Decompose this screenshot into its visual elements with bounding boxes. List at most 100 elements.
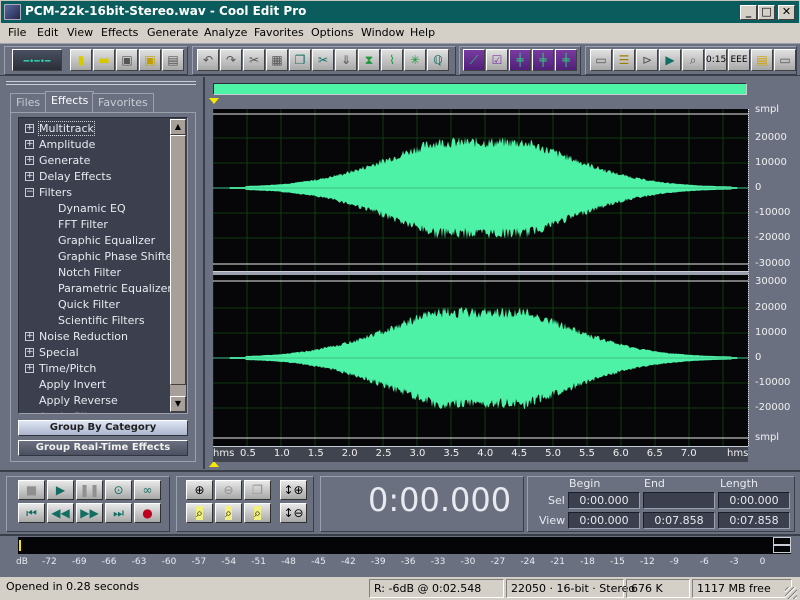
tree-item[interactable]: + Multitrack bbox=[19, 121, 179, 137]
sel-length-field[interactable]: 0:00.000 bbox=[718, 492, 790, 509]
panel-grip[interactable] bbox=[6, 81, 196, 85]
fast-forward-button[interactable]: ▶▶ bbox=[76, 503, 103, 523]
zoom-in-vertical-button[interactable]: ↕⊕ bbox=[280, 480, 307, 500]
view-begin-field[interactable]: 0:00.000 bbox=[568, 512, 640, 529]
fade-button[interactable]: ✳ bbox=[404, 49, 426, 71]
view-end-field[interactable]: 0:07.858 bbox=[643, 512, 715, 529]
cut-button[interactable]: ✂ bbox=[312, 49, 334, 71]
scroll-down-arrow[interactable]: ▼ bbox=[170, 396, 186, 412]
menu-window[interactable]: Window bbox=[361, 26, 404, 39]
menu-generate[interactable]: Generate bbox=[147, 26, 198, 39]
tree-item[interactable]: + Amplitude bbox=[19, 137, 179, 153]
collapse-icon[interactable]: − bbox=[25, 188, 34, 197]
paste-button[interactable]: ⇓ bbox=[335, 49, 357, 71]
zoom-out-vertical-button[interactable]: ↕⊖ bbox=[280, 503, 307, 523]
view-c-button[interactable]: ⊳ bbox=[636, 49, 658, 71]
copy-button[interactable]: ❐ bbox=[289, 49, 311, 71]
tree-item[interactable]: + Time/Pitch bbox=[19, 361, 179, 377]
start-marker-icon[interactable] bbox=[209, 98, 219, 104]
clip-indicator-right[interactable] bbox=[773, 545, 791, 553]
noise-reduction-button[interactable]: ℚ bbox=[427, 49, 449, 71]
tree-item[interactable]: Graphic Equalizer bbox=[19, 233, 179, 249]
check-button[interactable]: ☑ bbox=[486, 49, 508, 71]
play-button[interactable]: ▶ bbox=[47, 480, 74, 500]
zoom-right-button[interactable]: ⌕ bbox=[215, 503, 242, 523]
multichannel-c-button[interactable]: ╪ bbox=[555, 49, 577, 71]
save-button[interactable]: ▣ bbox=[116, 49, 138, 71]
trim-button[interactable]: ⧗ bbox=[358, 49, 380, 71]
tree-item[interactable]: Graphic Phase Shifter bbox=[19, 249, 179, 265]
waveform-right-channel[interactable] bbox=[213, 275, 748, 446]
tree-item[interactable]: + Delay Effects bbox=[19, 169, 179, 185]
zoom-left-button[interactable]: ⌕ bbox=[186, 503, 213, 523]
maximize-button[interactable]: □ bbox=[758, 5, 775, 20]
menu-analyze[interactable]: Analyze bbox=[204, 26, 247, 39]
minimize-button[interactable]: _ bbox=[740, 5, 757, 20]
stop-button[interactable]: ■ bbox=[18, 480, 45, 500]
delete-silence-button[interactable]: ⌇ bbox=[381, 49, 403, 71]
tree-scrollbar[interactable]: ▲ ▼ bbox=[170, 119, 186, 412]
view-length-field[interactable]: 0:07.858 bbox=[718, 512, 790, 529]
loop-button[interactable]: ∞ bbox=[134, 480, 161, 500]
tab-files[interactable]: Files bbox=[10, 93, 47, 112]
tree-item[interactable]: − Filters bbox=[19, 185, 179, 201]
envelope-button[interactable]: ⟋ bbox=[463, 49, 485, 71]
expand-icon[interactable]: + bbox=[25, 156, 34, 165]
tree-item[interactable]: Quick Filter bbox=[19, 297, 179, 313]
expand-icon[interactable]: + bbox=[25, 348, 34, 357]
waveform-left-channel[interactable] bbox=[213, 109, 748, 271]
record-button[interactable]: ● bbox=[134, 503, 161, 523]
blank-view-button[interactable]: ▭ bbox=[774, 49, 796, 71]
tree-item[interactable]: Scientific Filters bbox=[19, 313, 179, 329]
resize-grip[interactable] bbox=[785, 587, 797, 599]
menu-favorites[interactable]: Favorites bbox=[254, 26, 304, 39]
undo-button[interactable]: ↶ bbox=[197, 49, 219, 71]
redo-button[interactable]: ↷ bbox=[220, 49, 242, 71]
tree-item[interactable]: Apply Silence bbox=[19, 409, 179, 413]
level-view-button[interactable]: EEE bbox=[728, 49, 750, 71]
menu-options[interactable]: Options bbox=[311, 26, 353, 39]
close-file-button[interactable]: ▤ bbox=[162, 49, 184, 71]
expand-icon[interactable]: + bbox=[25, 124, 34, 133]
tree-item[interactable]: Apply Invert bbox=[19, 377, 179, 393]
play-to-end-button[interactable]: ⊙ bbox=[105, 480, 132, 500]
tree-item[interactable]: + Noise Reduction bbox=[19, 329, 179, 345]
sel-end-field[interactable] bbox=[643, 492, 715, 509]
multichannel-a-button[interactable]: ╪ bbox=[509, 49, 531, 71]
tree-item[interactable]: + Generate bbox=[19, 153, 179, 169]
group-realtime-effects-button[interactable]: Group Real-Time Effects bbox=[18, 440, 188, 456]
status-format[interactable]: 22050 · 16-bit · Stereo bbox=[506, 579, 635, 598]
meter-view-button[interactable]: ▤ bbox=[751, 49, 773, 71]
zoom-selection-button[interactable]: ⌕ bbox=[244, 503, 271, 523]
tree-item[interactable]: Apply Reverse bbox=[19, 393, 179, 409]
menu-help[interactable]: Help bbox=[410, 26, 435, 39]
tree-item[interactable]: FFT Filter bbox=[19, 217, 179, 233]
overview-bar[interactable] bbox=[213, 83, 747, 95]
copy-to-new-button[interactable]: ▦ bbox=[266, 49, 288, 71]
expand-icon[interactable]: + bbox=[25, 364, 34, 373]
multitrack-toggle-button[interactable]: ━•━•━ bbox=[12, 49, 62, 71]
expand-icon[interactable]: + bbox=[25, 172, 34, 181]
expand-icon[interactable]: + bbox=[25, 332, 34, 341]
sel-begin-field[interactable]: 0:00.000 bbox=[568, 492, 640, 509]
zoom-full-button[interactable]: ❐ bbox=[244, 480, 271, 500]
time-view-button[interactable]: 0:15 bbox=[705, 49, 727, 71]
tree-item[interactable]: Parametric Equalizer bbox=[19, 281, 179, 297]
pause-button[interactable]: ❚❚ bbox=[76, 480, 103, 500]
go-to-end-button[interactable]: ⏭ bbox=[105, 503, 132, 523]
group-by-category-button[interactable]: Group By Category bbox=[18, 420, 188, 436]
go-to-start-button[interactable]: ⏮ bbox=[18, 503, 45, 523]
view-a-button[interactable]: ▭ bbox=[590, 49, 612, 71]
rewind-button[interactable]: ◀◀ bbox=[47, 503, 74, 523]
close-button[interactable]: ✕ bbox=[778, 5, 795, 20]
tree-item[interactable]: + Special bbox=[19, 345, 179, 361]
tree-item[interactable]: Notch Filter bbox=[19, 265, 179, 281]
tab-effects[interactable]: Effects bbox=[45, 91, 95, 113]
scroll-up-arrow[interactable]: ▲ bbox=[170, 119, 186, 135]
play-view-button[interactable]: ▶ bbox=[659, 49, 681, 71]
tab-favorites[interactable]: Favorites bbox=[92, 93, 154, 112]
mix-paste-button[interactable]: ✂ bbox=[243, 49, 265, 71]
app-icon[interactable] bbox=[4, 4, 21, 20]
clip-indicator-left[interactable] bbox=[773, 537, 791, 545]
save-as-button[interactable]: ▣ bbox=[139, 49, 161, 71]
